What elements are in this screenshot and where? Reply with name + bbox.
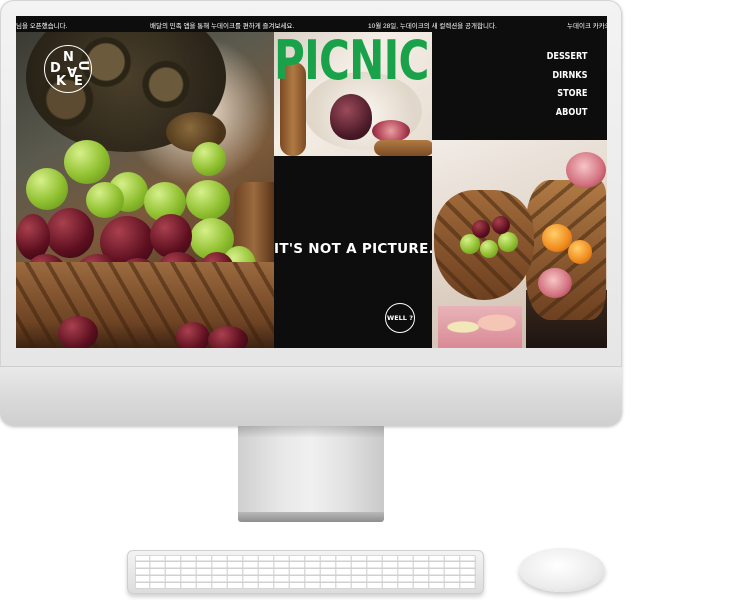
website-screen: 님을 오픈했습니다. 배달의 민족 앱을 통해 누데이크를 편하게 즐겨보세요.…	[16, 16, 607, 348]
pastry-crust	[374, 140, 432, 156]
green-grape	[64, 140, 110, 184]
green-grape	[186, 180, 230, 220]
fig-half	[538, 268, 572, 298]
nav-item-drinks[interactable]: DIRNKS	[546, 67, 587, 86]
red-grape	[58, 316, 98, 348]
nav-item-store[interactable]: STORE	[546, 85, 587, 104]
imac-stand-foot	[238, 512, 384, 522]
nav-item-about[interactable]: ABOUT	[546, 104, 587, 123]
main-nav: DESSERT DIRNKS STORE ABOUT	[540, 48, 587, 123]
nav-item-dessert[interactable]: DESSERT	[546, 48, 587, 67]
green-grape	[480, 240, 498, 258]
hero-tagline: IT'S NOT A PICTURE.	[274, 241, 432, 257]
orange-slice	[568, 240, 592, 264]
stand-shadow	[238, 426, 384, 438]
red-grape	[208, 326, 248, 348]
ticker-item: 님을 오픈했습니다.	[16, 23, 68, 30]
fig-half	[566, 152, 606, 188]
red-grape	[46, 208, 94, 258]
green-grape	[86, 182, 124, 218]
logo-letter: K	[56, 74, 67, 89]
imac-chin	[0, 366, 622, 426]
fruit-bowl-photo	[432, 140, 607, 348]
magic-mouse	[519, 548, 605, 592]
red-grape	[150, 214, 192, 258]
imac-stand	[238, 426, 384, 518]
logo-letter: E	[74, 74, 83, 89]
red-grape	[492, 216, 510, 234]
fig-slice	[372, 120, 410, 142]
ticker-item: 누데이크 카카오	[567, 23, 607, 30]
red-grape	[176, 322, 210, 348]
menu-panel: DESSERT DIRNKS STORE ABOUT	[432, 32, 607, 156]
fig	[330, 94, 372, 140]
green-grape	[26, 168, 68, 210]
tagline-panel: IT'S NOT A PICTURE. WELL ?	[274, 156, 432, 348]
keyboard-key-rows	[135, 555, 476, 589]
red-grape	[472, 220, 490, 238]
picnic-title: PICNIC	[274, 29, 429, 92]
green-grape	[498, 232, 518, 252]
brand-logo[interactable]: N U D A K E	[44, 45, 92, 93]
photo-detail	[438, 306, 522, 348]
well-button[interactable]: WELL ?	[385, 303, 415, 333]
ticker-item: 배달의 민족 앱을 통해 누데이크를 편하게 즐겨보세요.	[150, 23, 295, 30]
green-grape	[192, 142, 226, 176]
keyboard	[127, 550, 484, 594]
wicker-bowl	[526, 180, 606, 320]
